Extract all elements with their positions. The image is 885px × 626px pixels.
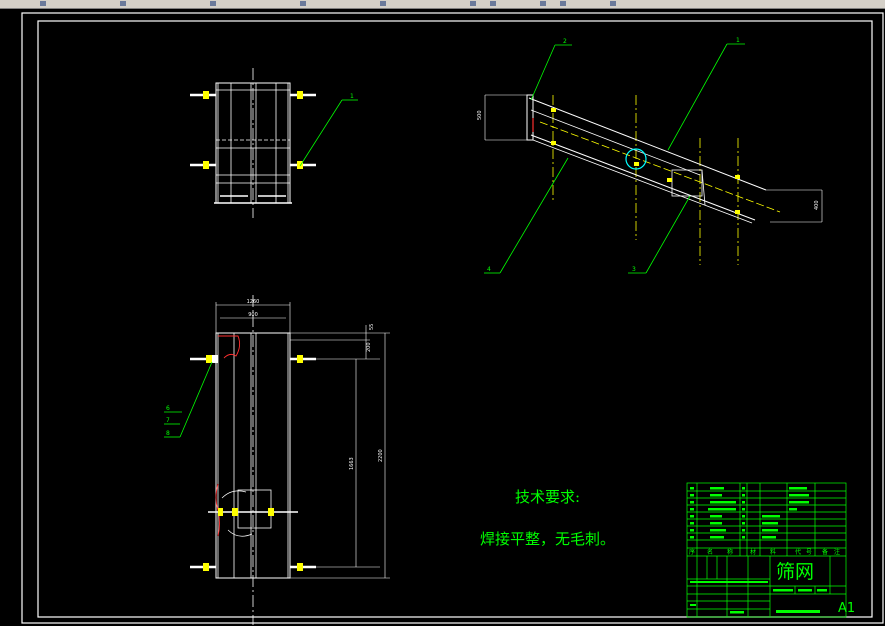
balloon-7-label: 7 [166,417,170,424]
sheet-outer-border [21,12,884,624]
top-view [190,68,316,218]
tech-line-1: 焊接平整，无毛刺。 [480,530,615,548]
balloon-3-label: 3 [632,266,636,273]
toolbar-icon[interactable] [540,1,546,6]
col-header-name-2: 称 [727,548,733,556]
dim-width-outer: 1260 [247,299,260,305]
parts-list-header: 序 名 称 材 料 代 号 备 注 [689,548,840,556]
toolbar-icon[interactable] [490,1,496,6]
dim-top-offset: 55 [369,324,375,330]
tech-title: 技术要求: [515,488,580,506]
col-header-code-2: 号 [806,549,812,556]
part-name: 筛网 [776,561,814,583]
balloon-4-label: 4 [487,266,491,273]
toolbar-icon[interactable] [210,1,216,6]
toolbar-icon[interactable] [470,1,476,6]
dim-upper-gap: 200 [366,342,372,352]
side-view-leaders: 2 1 4 3 [484,37,745,274]
dim-width-inner: 900 [248,312,258,318]
toolbar-icon[interactable] [380,1,386,6]
toolbar-icon[interactable] [40,1,46,6]
col-header-code-1: 代 [795,548,801,556]
balloon-8-label: 8 [166,430,170,437]
dim-total-len: 2200 [378,449,384,462]
toolbar-icon[interactable] [560,1,566,6]
front-view-leaders: 6 7 8 [164,361,213,438]
side-view: 500 400 [477,94,823,265]
dim-side-left: 500 [477,110,483,120]
toolbar-icon[interactable] [610,1,616,6]
col-header-name-1: 名 [707,548,713,556]
balloon-1-leader: 1 [299,93,358,167]
toolbar-icon[interactable] [120,1,126,6]
dim-span-mid: 1663 [349,457,355,470]
col-header-material-2: 料 [770,548,776,556]
balloon-6-label: 6 [166,405,170,412]
col-header-material-1: 材 [750,548,756,556]
toolbar-icon[interactable] [300,1,306,6]
balloon-1-label: 1 [350,93,354,100]
technical-requirements: 技术要求: 焊接平整，无毛刺。 [480,488,615,548]
balloon-2-label: 2 [563,38,567,45]
col-header-seq: 序 [689,548,695,556]
cad-drawing-canvas[interactable]: 1 500 400 2 1 4 3 1260 900 55 200 1663 2… [0,8,885,626]
sheet-size: A1 [838,601,855,616]
col-header-remark-2: 注 [834,548,840,556]
front-view [190,295,316,625]
col-header-remark-1: 备 [822,548,828,556]
dim-side-right: 400 [814,200,820,210]
balloon-1-side-label: 1 [736,37,740,44]
